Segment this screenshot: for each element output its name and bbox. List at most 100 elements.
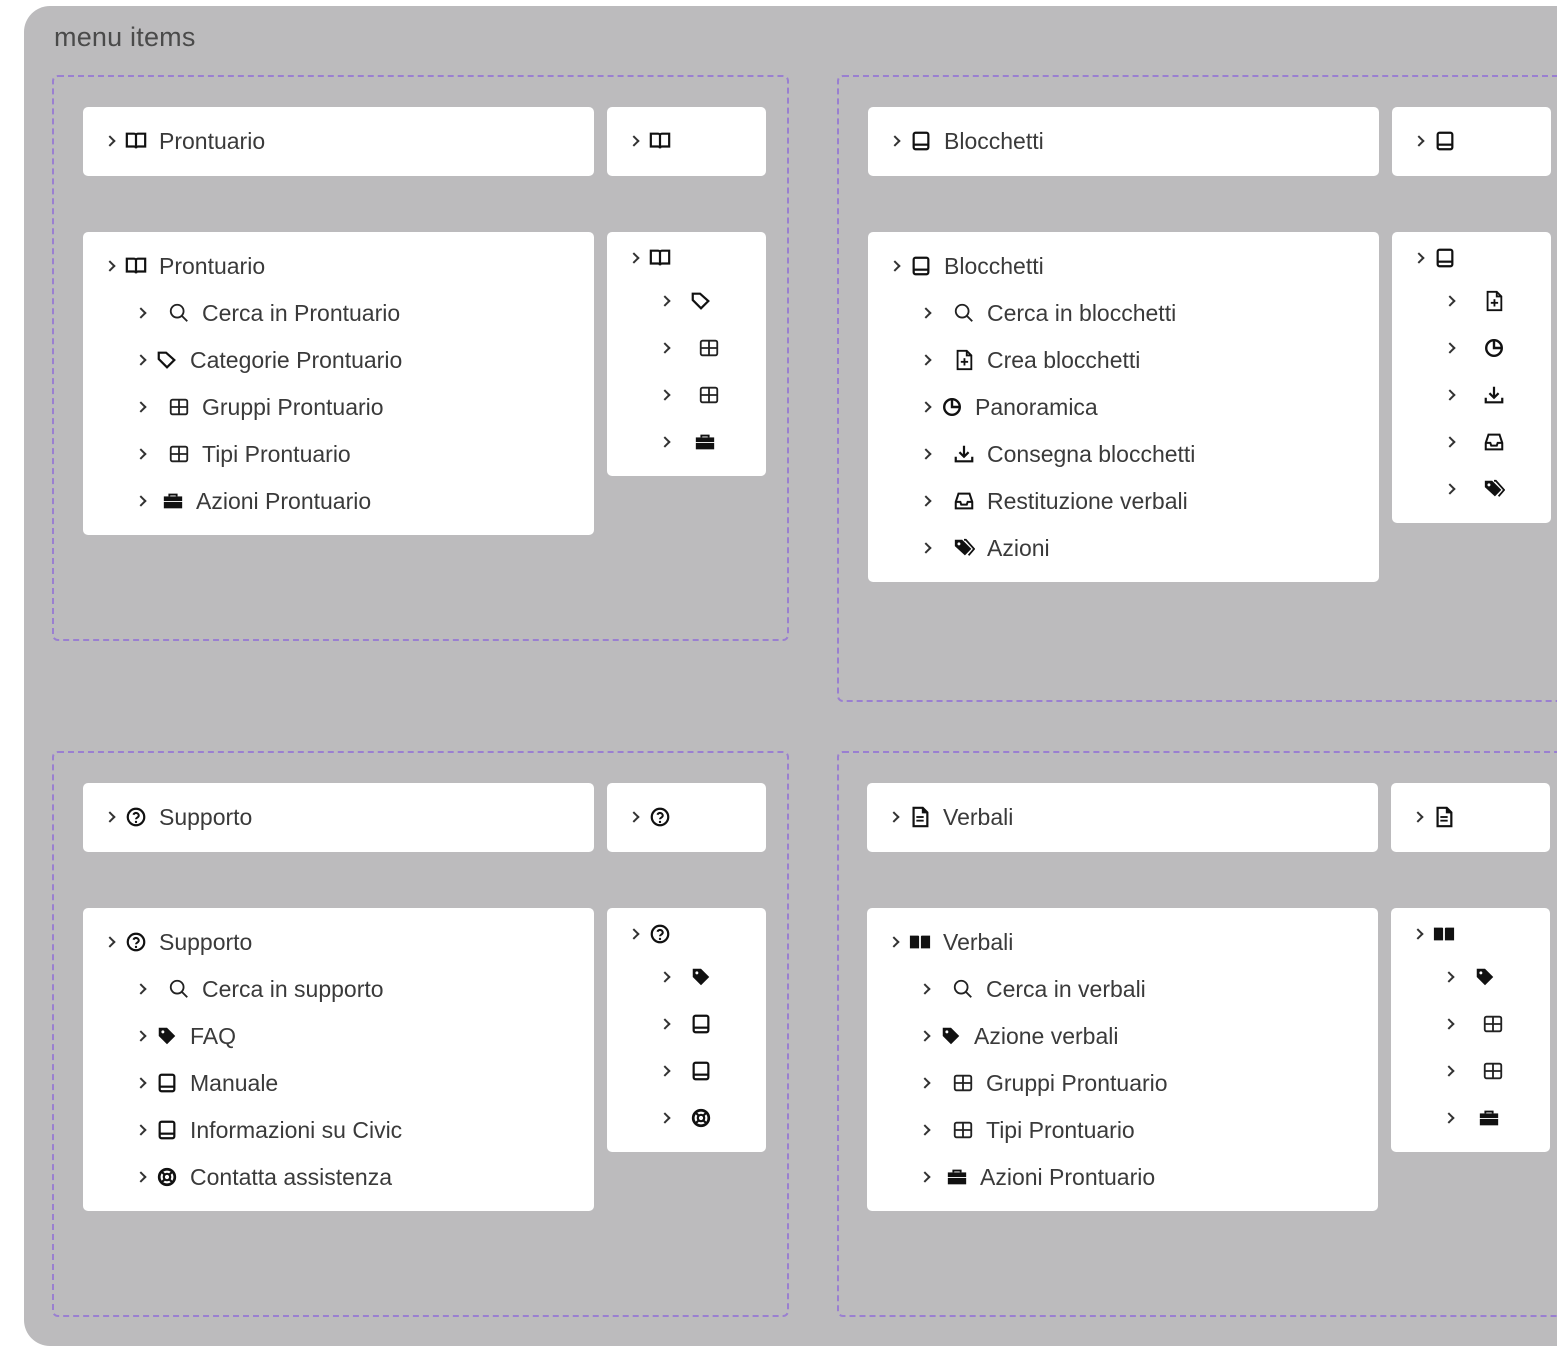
submenu-item-cerca-verbali[interactable]: Cerca in verbali	[920, 972, 1146, 1006]
menu-item-label: Supporto	[159, 804, 253, 830]
submenu-item-tipi-prontuario[interactable]: Tipi Prontuario	[136, 437, 351, 471]
grid-icon	[696, 335, 722, 361]
submenu-item-icon-only[interactable]	[1445, 378, 1517, 412]
submenu-item-azioni-prontuario[interactable]: Azioni Prontuario	[920, 1160, 1155, 1194]
submenu-item-icon-only[interactable]	[660, 1007, 724, 1041]
chevron-right-icon	[660, 1018, 672, 1030]
chevron-right-icon	[105, 936, 117, 948]
menu-item-blocchetti-icon-only[interactable]	[1414, 241, 1468, 275]
submenu-item-gruppi-prontuario[interactable]: Gruppi Prontuario	[136, 390, 384, 424]
menu-item-prontuario-icon-only[interactable]	[629, 124, 683, 158]
menu-item-label: Blocchetti	[944, 253, 1044, 279]
chevron-right-icon	[1413, 928, 1425, 940]
chevron-right-icon	[1444, 1065, 1456, 1077]
submenu-item-icon-only[interactable]	[660, 284, 724, 318]
submenu-item-contatta-assistenza[interactable]: Contatta assistenza	[136, 1160, 392, 1194]
submenu-item-icon-only[interactable]	[1444, 1101, 1512, 1135]
submenu-item-gruppi-prontuario[interactable]: Gruppi Prontuario	[920, 1066, 1168, 1100]
toolbox-icon	[692, 429, 718, 455]
menu-item-supporto-icon-only[interactable]	[629, 917, 683, 951]
grid-icon	[1480, 1011, 1506, 1037]
submenu-item-informazioni-civic[interactable]: Informazioni su Civic	[136, 1113, 402, 1147]
submenu-item-faq[interactable]: FAQ	[136, 1019, 236, 1053]
submenu-item-icon-only[interactable]	[1445, 425, 1517, 459]
submenu-item-restituzione-verbali[interactable]: Restituzione verbali	[921, 484, 1188, 518]
submenu-item-tipi-prontuario[interactable]: Tipi Prontuario	[920, 1113, 1135, 1147]
submenu-item-azioni[interactable]: Azioni	[921, 531, 1050, 565]
verbali-collapsed-narrow-card	[1391, 783, 1550, 852]
chevron-right-icon	[136, 1171, 148, 1183]
chevron-right-icon	[136, 1077, 148, 1089]
book-open-icon	[123, 128, 149, 154]
chevron-right-icon	[1413, 811, 1425, 823]
chevron-right-icon	[136, 448, 148, 460]
chevron-right-icon	[1444, 971, 1456, 983]
submenu-item-consegna-blocchetti[interactable]: Consegna blocchetti	[921, 437, 1195, 471]
menu-item-supporto[interactable]: Supporto	[105, 925, 252, 959]
file-plus-icon	[951, 347, 977, 373]
menu-item-verbali-icon-only[interactable]	[1413, 917, 1467, 951]
menu-item-supporto[interactable]: Supporto	[105, 800, 252, 834]
submenu-item-label: Gruppi Prontuario	[202, 394, 384, 420]
submenu-item-icon-only[interactable]	[660, 425, 728, 459]
chevron-right-icon	[136, 1030, 148, 1042]
submenu-item-crea-blocchetti[interactable]: Crea blocchetti	[921, 343, 1140, 377]
menu-item-verbali[interactable]: Verbali	[889, 800, 1013, 834]
submenu-item-label: Cerca in blocchetti	[987, 300, 1177, 326]
chevron-right-icon	[890, 135, 902, 147]
submenu-item-label: Restituzione verbali	[987, 488, 1188, 514]
submenu-item-azioni-prontuario[interactable]: Azioni Prontuario	[136, 484, 371, 518]
help-circle-icon	[123, 804, 149, 830]
grid-icon	[1480, 1058, 1506, 1084]
chevron-right-icon	[921, 401, 933, 413]
submenu-item-categorie-prontuario[interactable]: Categorie Prontuario	[136, 343, 402, 377]
submenu-item-icon-only[interactable]	[1444, 1007, 1516, 1041]
search-icon	[950, 976, 976, 1002]
submenu-item-azione-verbali[interactable]: Azione verbali	[920, 1019, 1118, 1053]
submenu-item-icon-only[interactable]	[1445, 284, 1517, 318]
submenu-item-icon-only[interactable]	[660, 1054, 724, 1088]
submenu-item-icon-only[interactable]	[660, 378, 732, 412]
submenu-item-label: Consegna blocchetti	[987, 441, 1196, 467]
submenu-item-icon-only[interactable]	[1444, 960, 1508, 994]
menu-item-blocchetti[interactable]: Blocchetti	[890, 124, 1044, 158]
submenu-item-label: Manuale	[190, 1070, 279, 1096]
submenu-item-icon-only[interactable]	[660, 960, 724, 994]
submenu-item-manuale[interactable]: Manuale	[136, 1066, 278, 1100]
submenu-item-label: Contatta assistenza	[190, 1164, 393, 1190]
download-icon	[1481, 382, 1507, 408]
search-icon	[166, 300, 192, 326]
submenu-item-icon-only[interactable]	[1445, 472, 1517, 506]
file-text-icon	[907, 804, 933, 830]
submenu-item-label: Azione verbali	[974, 1023, 1119, 1049]
chevron-right-icon	[136, 307, 148, 319]
chevron-right-icon	[921, 542, 933, 554]
menu-item-blocchetti[interactable]: Blocchetti	[890, 249, 1044, 283]
submenu-item-cerca-blocchetti[interactable]: Cerca in blocchetti	[921, 296, 1176, 330]
chevron-right-icon	[105, 260, 117, 272]
menu-item-verbali-icon-only[interactable]	[1413, 800, 1467, 834]
submenu-item-icon-only[interactable]	[1445, 331, 1517, 365]
submenu-item-panoramica[interactable]: Panoramica	[921, 390, 1098, 424]
chevron-right-icon	[921, 307, 933, 319]
menu-item-label: Prontuario	[159, 253, 266, 279]
submenu-item-label: Azioni	[987, 535, 1050, 561]
submenu-item-icon-only[interactable]	[660, 331, 732, 365]
menu-item-prontuario[interactable]: Prontuario	[105, 249, 265, 283]
submenu-item-label: Azioni Prontuario	[196, 488, 372, 514]
submenu-item-cerca-prontuario[interactable]: Cerca in Prontuario	[136, 296, 400, 330]
supporto-expanded-card: Supporto Cerca in supporto FAQ Manuale I…	[83, 908, 594, 1211]
chevron-right-icon	[889, 936, 901, 948]
blocchetti-collapsed-narrow-card	[1392, 107, 1551, 176]
submenu-item-icon-only[interactable]	[1444, 1054, 1516, 1088]
submenu-item-label: Cerca in Prontuario	[202, 300, 401, 326]
menu-item-blocchetti-icon-only[interactable]	[1414, 124, 1468, 158]
chevron-right-icon	[1445, 295, 1457, 307]
menu-item-supporto-icon-only[interactable]	[629, 800, 683, 834]
menu-item-verbali[interactable]: Verbali	[889, 925, 1013, 959]
menu-item-prontuario-icon-only[interactable]	[629, 241, 683, 275]
submenu-item-cerca-supporto[interactable]: Cerca in supporto	[136, 972, 384, 1006]
submenu-item-icon-only[interactable]	[660, 1101, 724, 1135]
chevron-right-icon	[660, 1065, 672, 1077]
menu-item-prontuario[interactable]: Prontuario	[105, 124, 265, 158]
